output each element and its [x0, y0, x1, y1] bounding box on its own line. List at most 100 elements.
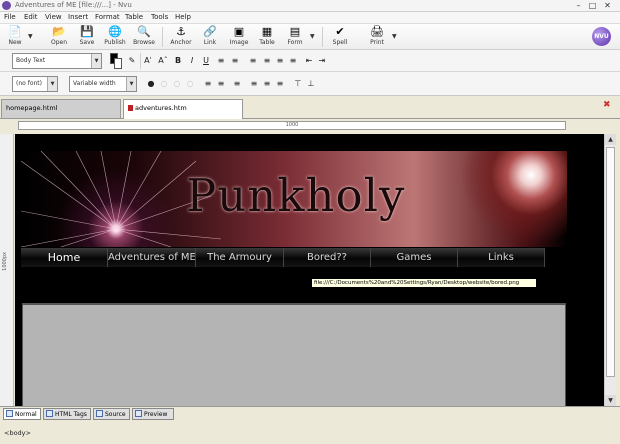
anchor-button[interactable]: ⚓ Anchor: [166, 26, 196, 48]
new-dropdown-arrow[interactable]: ▼: [28, 33, 33, 40]
tab-preview[interactable]: Preview: [132, 408, 174, 420]
menu-format[interactable]: Format: [95, 13, 120, 21]
normal-mode-icon: [6, 410, 13, 417]
tab-normal[interactable]: Normal: [3, 408, 41, 420]
table-button[interactable]: ▦ Table: [252, 26, 282, 48]
preview-icon: [135, 410, 142, 417]
align-right-icon[interactable]: ≡: [274, 55, 286, 67]
edit-mode-bar: Normal HTML Tags Source Preview: [0, 406, 620, 420]
close-tab-icon[interactable]: ✖: [603, 100, 611, 110]
vertical-scrollbar[interactable]: ▲ ▼: [604, 134, 616, 406]
toolbar-separator: [322, 27, 323, 47]
bold-button[interactable]: B: [172, 55, 184, 67]
nav-home[interactable]: Home: [21, 248, 108, 267]
numbered-list-icon[interactable]: ≡: [229, 55, 241, 67]
cell-delete-icon[interactable]: ◌: [184, 78, 196, 90]
save-disk-icon: 💾: [80, 25, 94, 38]
composition-toolbar: 📄 New ▼ 📂 Open 💾 Save 🌐 Publish 🔍 Browse…: [0, 24, 620, 50]
tab-adventures[interactable]: adventures.htm: [123, 99, 243, 119]
insert-row-icon[interactable]: ≡: [202, 78, 214, 90]
nav-links[interactable]: Links: [458, 248, 545, 267]
align-left-icon[interactable]: ≡: [247, 55, 259, 67]
menu-help[interactable]: Help: [175, 13, 191, 21]
font-select[interactable]: (no font) ▼: [12, 76, 58, 92]
nav-games[interactable]: Games: [371, 248, 458, 267]
new-button[interactable]: 📄 New: [0, 26, 30, 48]
table-align-left-icon[interactable]: ≡: [248, 78, 260, 90]
nvu-app-icon: [2, 1, 11, 10]
pencil-icon[interactable]: ✎: [126, 55, 138, 67]
menu-tools[interactable]: Tools: [151, 13, 168, 21]
form-button[interactable]: ▤ Form: [280, 26, 310, 48]
form-dropdown-arrow[interactable]: ▼: [310, 33, 315, 40]
source-icon: [96, 410, 103, 417]
bullet-list-icon[interactable]: ≡: [215, 55, 227, 67]
nav-adventures[interactable]: Adventures of ME: [108, 248, 196, 267]
align-center-icon[interactable]: ≡: [261, 55, 273, 67]
table-align-right-icon[interactable]: ≡: [274, 78, 286, 90]
maximize-button[interactable]: □: [587, 1, 598, 10]
close-button[interactable]: ✕: [602, 1, 613, 10]
nav-bored[interactable]: Bored??: [284, 248, 371, 267]
menu-edit[interactable]: Edit: [24, 13, 38, 21]
scroll-up-arrow[interactable]: ▲: [605, 134, 616, 145]
justify-icon[interactable]: ≡: [287, 55, 299, 67]
window-title: Adventures of ME [file:///...] - Nvu: [15, 1, 132, 9]
scroll-thumb[interactable]: [606, 147, 615, 377]
open-folder-icon: 📂: [52, 25, 66, 38]
decrease-font-size-button[interactable]: Aˈ: [142, 55, 154, 67]
outdent-icon[interactable]: ⇤: [303, 55, 315, 67]
color-icon[interactable]: ●: [145, 78, 157, 90]
menu-insert[interactable]: Insert: [68, 13, 88, 21]
banner-image[interactable]: Punkholy: [21, 151, 567, 247]
text-color-picker[interactable]: [110, 53, 122, 69]
site-nav-bar: Home Adventures of ME The Armoury Bored?…: [21, 248, 567, 267]
layer-icon[interactable]: ≡: [231, 78, 243, 90]
print-dropdown-arrow[interactable]: ▼: [392, 33, 397, 40]
publish-button[interactable]: 🌐 Publish: [100, 26, 130, 48]
spell-button[interactable]: ✔ Spell: [325, 26, 355, 48]
menu-table[interactable]: Table: [125, 13, 143, 21]
save-button[interactable]: 💾 Save: [72, 26, 102, 48]
editor-canvas[interactable]: Punkholy Home Adventures of ME The Armou…: [15, 134, 604, 406]
indent-icon[interactable]: ⇥: [316, 55, 328, 67]
menu-file[interactable]: File: [4, 13, 16, 21]
browse-button[interactable]: 🔍 Browse: [129, 26, 159, 48]
tab-source[interactable]: Source: [93, 408, 130, 420]
form-icon: ▤: [289, 25, 301, 38]
cell-merge-icon[interactable]: ◌: [158, 78, 170, 90]
cell-split-icon[interactable]: ◌: [171, 78, 183, 90]
scroll-down-arrow[interactable]: ▼: [605, 395, 616, 406]
paragraph-format-select[interactable]: Body Text ▼: [12, 53, 102, 69]
insert-column-icon[interactable]: ≡: [215, 78, 227, 90]
status-bar: <body>: [0, 420, 620, 444]
width-select[interactable]: Variable width ▼: [69, 76, 137, 92]
format-toolbar-2: (no font) ▼ Variable width ▼ ● ◌ ◌ ◌ ≡ ≡…: [0, 72, 620, 96]
tab-homepage[interactable]: homepage.html: [1, 99, 121, 119]
background-color-swatch: [114, 58, 122, 69]
image-path-tooltip: file:///C:/Documents%20and%20Settings/Ry…: [311, 278, 537, 288]
open-button[interactable]: 📂 Open: [44, 26, 74, 48]
image-button[interactable]: ▣ Image: [224, 26, 254, 48]
new-file-icon: 📄: [8, 25, 22, 38]
content-panel[interactable]: [22, 303, 566, 406]
valign-bottom-icon[interactable]: ⊥: [305, 78, 317, 90]
toolbar-separator: [162, 27, 163, 47]
tab-html-tags[interactable]: HTML Tags: [43, 408, 91, 420]
valign-top-icon[interactable]: ⊤: [292, 78, 304, 90]
tag-breadcrumb[interactable]: <body>: [4, 429, 31, 437]
menu-view[interactable]: View: [45, 13, 62, 21]
underline-button[interactable]: U: [200, 55, 212, 67]
print-button[interactable]: 🖨 Print: [362, 26, 392, 48]
chevron-down-icon: ▼: [47, 77, 57, 91]
anchor-icon: ⚓: [176, 25, 186, 38]
italic-button[interactable]: I: [186, 55, 198, 67]
increase-font-size-button[interactable]: Aˆ: [157, 55, 169, 67]
minimize-button[interactable]: –: [573, 1, 584, 10]
link-button[interactable]: 🔗 Link: [195, 26, 225, 48]
nav-armoury[interactable]: The Armoury: [196, 248, 284, 267]
table-align-center-icon[interactable]: ≡: [261, 78, 273, 90]
link-icon: 🔗: [203, 25, 217, 38]
toolbar-separator: [140, 53, 141, 69]
globe-icon: 🌐: [108, 25, 122, 38]
